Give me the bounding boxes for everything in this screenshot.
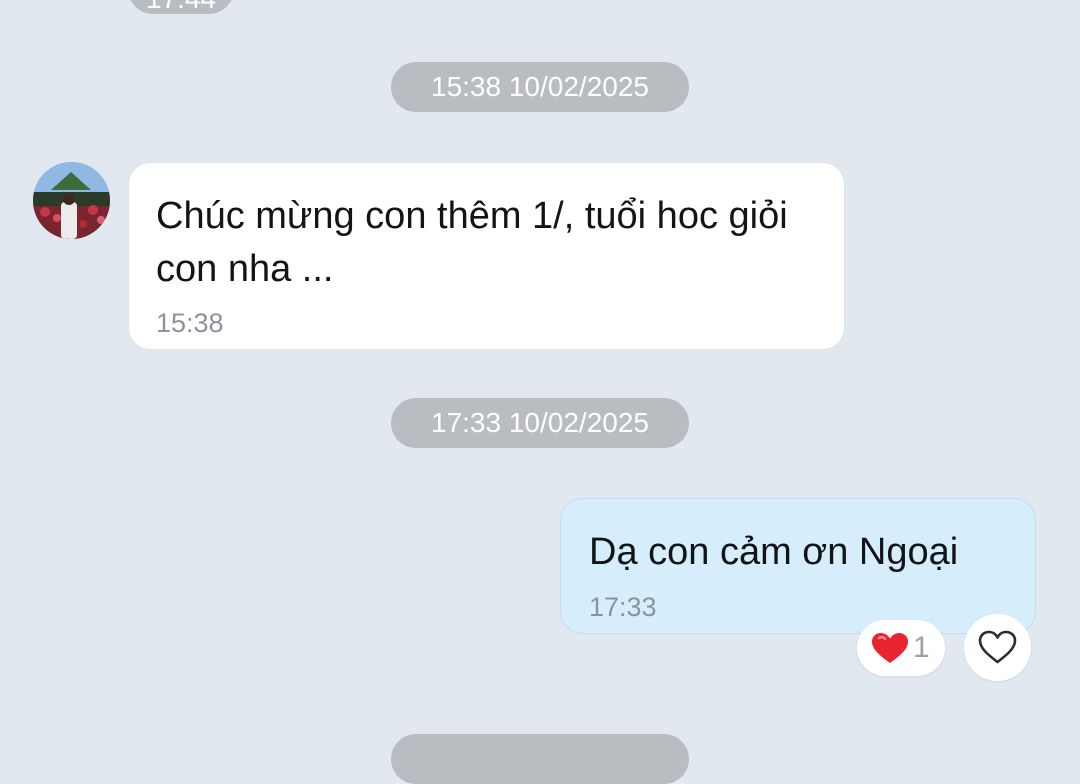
date-separator-partial: 17:44 bbox=[128, 0, 234, 14]
message-text: Chúc mừng con thêm 1/, tuổi hoc giỏi con… bbox=[156, 195, 788, 290]
message-time: 15:38 bbox=[156, 308, 224, 338]
date-separator: 17:33 10/02/2025 bbox=[391, 398, 689, 448]
avatar[interactable] bbox=[33, 162, 110, 239]
reaction-count: 1 bbox=[913, 631, 930, 664]
date-separator-label: 17:33 10/02/2025 bbox=[431, 407, 649, 438]
reaction-summary[interactable]: 1 bbox=[857, 620, 945, 676]
message-text: Dạ con cảm ơn Ngoại bbox=[589, 531, 959, 573]
heart-icon bbox=[872, 633, 908, 663]
date-separator-label: 17:44 bbox=[128, 0, 234, 24]
avatar-photo-icon bbox=[33, 162, 110, 239]
message-bubble-outgoing[interactable]: Dạ con cảm ơn Ngoại 17:33 bbox=[560, 498, 1036, 634]
react-heart-button[interactable] bbox=[964, 614, 1031, 681]
heart-outline-icon bbox=[978, 630, 1017, 664]
message-time: 17:33 bbox=[589, 592, 657, 622]
date-separator: 15:38 10/02/2025 bbox=[391, 62, 689, 112]
date-separator-partial bbox=[391, 734, 689, 784]
message-bubble-incoming[interactable]: Chúc mừng con thêm 1/, tuổi hoc giỏi con… bbox=[128, 162, 845, 350]
date-separator-label: 15:38 10/02/2025 bbox=[431, 71, 649, 102]
chat-area[interactable]: 17:44 15:38 10/02/2025 Chúc mừng con thê… bbox=[0, 0, 1080, 784]
